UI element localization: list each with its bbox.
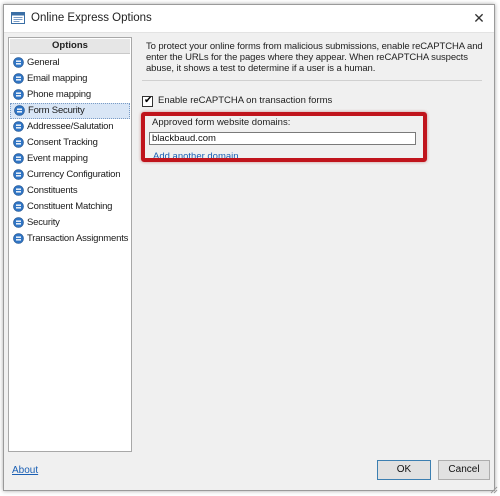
sidebar-item-phone-mapping[interactable]: Phone mapping [10, 87, 130, 103]
approved-domains-label: Approved form website domains: [152, 117, 291, 128]
circle-arrow-icon [13, 137, 24, 148]
sidebar-item-constituent-matching[interactable]: Constituent Matching [10, 199, 130, 215]
circle-arrow-icon [14, 105, 25, 116]
checkmark-icon: ✔ [144, 95, 153, 106]
resize-grip-icon[interactable] [488, 484, 498, 494]
options-sidebar: Options General Email mapping Phone mappin… [8, 37, 132, 452]
options-dialog: Online Express Options ✕ Options General… [3, 4, 495, 491]
sidebar-item-form-security[interactable]: Form Security [10, 103, 130, 119]
sidebar-item-constituents[interactable]: Constituents [10, 183, 130, 199]
sidebar-item-label: Constituents [27, 185, 78, 196]
cancel-button[interactable]: Cancel [438, 460, 490, 480]
circle-arrow-icon [13, 89, 24, 100]
circle-arrow-icon [13, 169, 24, 180]
circle-arrow-icon [13, 201, 24, 212]
sidebar-item-label: Transaction Assignments [27, 233, 129, 244]
circle-arrow-icon [13, 121, 24, 132]
recaptcha-checkbox[interactable]: ✔ [142, 95, 153, 107]
sidebar-item-label: Security [27, 217, 60, 228]
sidebar-item-label: Consent Tracking [27, 137, 98, 148]
sidebar-item-event-mapping[interactable]: Event mapping [10, 151, 130, 167]
form-security-panel: To protect your online forms from malici… [146, 41, 486, 74]
circle-arrow-icon [13, 233, 24, 244]
sidebar-item-consent-tracking[interactable]: Consent Tracking [10, 135, 130, 151]
sidebar-list: General Email mapping Phone mapping Form Se… [9, 55, 131, 247]
about-link[interactable]: About [12, 465, 38, 476]
sidebar-item-addressee-salutation[interactable]: Addressee/Salutation [10, 119, 130, 135]
close-icon[interactable]: ✕ [468, 8, 490, 28]
sidebar-item-general[interactable]: General [10, 55, 130, 71]
form-security-description: To protect your online forms from malici… [146, 41, 483, 74]
recaptcha-checkbox-label[interactable]: Enable reCAPTCHA on transaction forms [158, 95, 332, 106]
circle-arrow-icon [13, 185, 24, 196]
domain-input[interactable] [149, 132, 416, 145]
circle-arrow-icon [13, 153, 24, 164]
sidebar-item-label: Form Security [28, 105, 85, 116]
sidebar-item-label: Event mapping [27, 153, 88, 164]
sidebar-item-transaction-assignments[interactable]: Transaction Assignments [10, 231, 130, 247]
circle-arrow-icon [13, 73, 24, 84]
sidebar-item-label: Constituent Matching [27, 201, 113, 212]
sidebar-item-label: Phone mapping [27, 89, 91, 100]
sidebar-item-label: Currency Configuration [27, 169, 121, 180]
ok-button[interactable]: OK [377, 460, 431, 480]
sidebar-item-email-mapping[interactable]: Email mapping [10, 71, 130, 87]
sidebar-item-label: Email mapping [27, 73, 88, 84]
sidebar-header: Options [10, 39, 130, 54]
window-options-icon [11, 12, 25, 24]
window-title: Online Express Options [31, 12, 152, 24]
sidebar-item-label: Addressee/Salutation [27, 121, 114, 132]
sidebar-item-security[interactable]: Security [10, 215, 130, 231]
circle-arrow-icon [13, 217, 24, 228]
add-another-domain-link[interactable]: Add another domain [153, 151, 239, 162]
title-bar: Online Express Options ✕ [4, 5, 494, 33]
sidebar-item-label: General [27, 57, 60, 68]
section-divider [142, 80, 482, 81]
circle-arrow-icon [13, 57, 24, 68]
sidebar-item-currency-configuration[interactable]: Currency Configuration [10, 167, 130, 183]
